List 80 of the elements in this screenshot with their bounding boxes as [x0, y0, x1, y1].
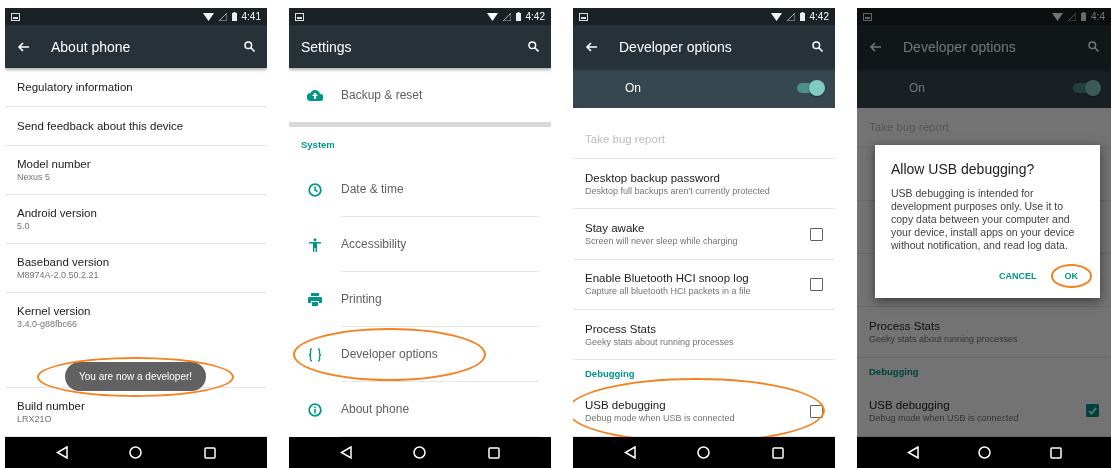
- setting-title[interactable]: USB debugging: [869, 398, 1076, 411]
- image-notification-icon: [295, 12, 304, 21]
- setting-summary: 3.4.0-g88fbc66: [17, 319, 79, 329]
- switch-label: On: [625, 81, 642, 95]
- toggle-switch[interactable]: [797, 83, 823, 93]
- dialog-button[interactable]: OK: [1050, 264, 1092, 288]
- wifi-icon: [486, 12, 498, 21]
- section-header: System: [301, 139, 335, 150]
- braces-icon: [308, 347, 322, 362]
- setting-title[interactable]: Process Stats: [869, 320, 1099, 332]
- setting-title[interactable]: USB debugging: [585, 399, 800, 412]
- signal-icon: [502, 12, 511, 21]
- signal-icon: [1068, 12, 1077, 21]
- setting-summary: Nexus 5: [17, 172, 52, 182]
- dialog-title: Allow USB debugging?: [891, 161, 1036, 177]
- setting-title[interactable]: Model number: [17, 158, 255, 170]
- setting-title[interactable]: About phone: [341, 402, 539, 416]
- setting-summary: Debug mode when USB is connected: [585, 413, 736, 424]
- setting-title[interactable]: Enable Bluetooth HCI snoop log: [585, 272, 800, 285]
- checkbox[interactable]: [810, 227, 823, 241]
- setting-summary: Capture all bluetooth HCI packets in a file: [585, 286, 752, 297]
- toggle-switch[interactable]: [1073, 83, 1099, 93]
- battery-icon: [515, 12, 521, 21]
- wifi-icon: [1052, 12, 1064, 21]
- info-icon: [308, 402, 322, 417]
- setting-title[interactable]: Stay awake: [585, 222, 800, 235]
- section-header: Debugging: [869, 366, 919, 378]
- search-icon[interactable]: [244, 41, 255, 52]
- setting-title[interactable]: Kernel version: [17, 305, 255, 317]
- setting-title[interactable]: Build number: [17, 400, 255, 412]
- signal-icon: [786, 12, 795, 21]
- checkbox[interactable]: [810, 404, 823, 418]
- wifi-icon: [770, 12, 782, 21]
- accessibility-icon: [309, 237, 321, 252]
- setting-title[interactable]: Developer options: [341, 347, 539, 361]
- image-notification-icon: [863, 12, 872, 21]
- section-header: Debugging: [585, 368, 635, 380]
- setting-summary: Desktop full backups aren't currently protected: [585, 185, 771, 196]
- signal-icon: [218, 12, 227, 21]
- setting-summary: 5.0: [17, 221, 31, 231]
- setting-summary: Screen will never sleep while charging: [585, 236, 739, 247]
- setting-title[interactable]: Regulatory information: [17, 81, 255, 93]
- back-arrow-icon[interactable]: [17, 41, 29, 52]
- switch-label: On: [909, 81, 926, 95]
- dialog-message: USB debugging is intended for development purposes only. Use it to copy data between your computer and your device, install apps on your device without notification, and read log data.: [891, 187, 1076, 252]
- setting-title[interactable]: Printing: [341, 292, 539, 306]
- setting-title[interactable]: Backup & reset: [341, 88, 539, 102]
- search-icon[interactable]: [528, 41, 539, 52]
- status-time: 4:4: [1091, 11, 1105, 22]
- status-time: 4:42: [525, 11, 545, 22]
- status-time: 4:41: [241, 11, 261, 22]
- search-icon[interactable]: [812, 41, 823, 52]
- toolbar-title: About phone: [51, 38, 132, 55]
- image-notification-icon: [579, 12, 588, 21]
- back-arrow-icon[interactable]: [585, 41, 597, 52]
- battery-icon: [1081, 12, 1087, 21]
- setting-summary: M8974A-2.0.50.2.21: [17, 270, 100, 280]
- wifi-icon: [202, 12, 214, 21]
- printer-icon: [308, 293, 322, 306]
- setting-title[interactable]: Desktop backup password: [585, 171, 823, 184]
- setting-title[interactable]: Process Stats: [585, 322, 823, 335]
- toolbar-title: Settings: [301, 38, 353, 55]
- toolbar-title: Developer options: [903, 38, 1017, 55]
- checkbox[interactable]: [1086, 404, 1099, 418]
- cloud-upload-icon: [307, 89, 323, 101]
- setting-title[interactable]: Send feedback about this device: [17, 120, 255, 132]
- setting-title[interactable]: Baseband version: [17, 256, 255, 268]
- dialog-button[interactable]: CANCEL: [985, 264, 1051, 288]
- clock-icon: [308, 182, 322, 197]
- setting-summary: LRX21O: [17, 414, 53, 424]
- toolbar-title: Developer options: [619, 38, 733, 55]
- battery-icon: [231, 12, 237, 21]
- status-time: 4:42: [809, 11, 829, 22]
- setting-title[interactable]: Accessibility: [341, 237, 539, 251]
- setting-title[interactable]: Date & time: [341, 182, 539, 196]
- setting-summary: Geeky stats about running processes: [585, 336, 735, 347]
- setting-title[interactable]: Android version: [17, 207, 255, 219]
- checkbox[interactable]: [810, 277, 823, 291]
- image-notification-icon: [11, 12, 20, 21]
- battery-icon: [799, 12, 805, 21]
